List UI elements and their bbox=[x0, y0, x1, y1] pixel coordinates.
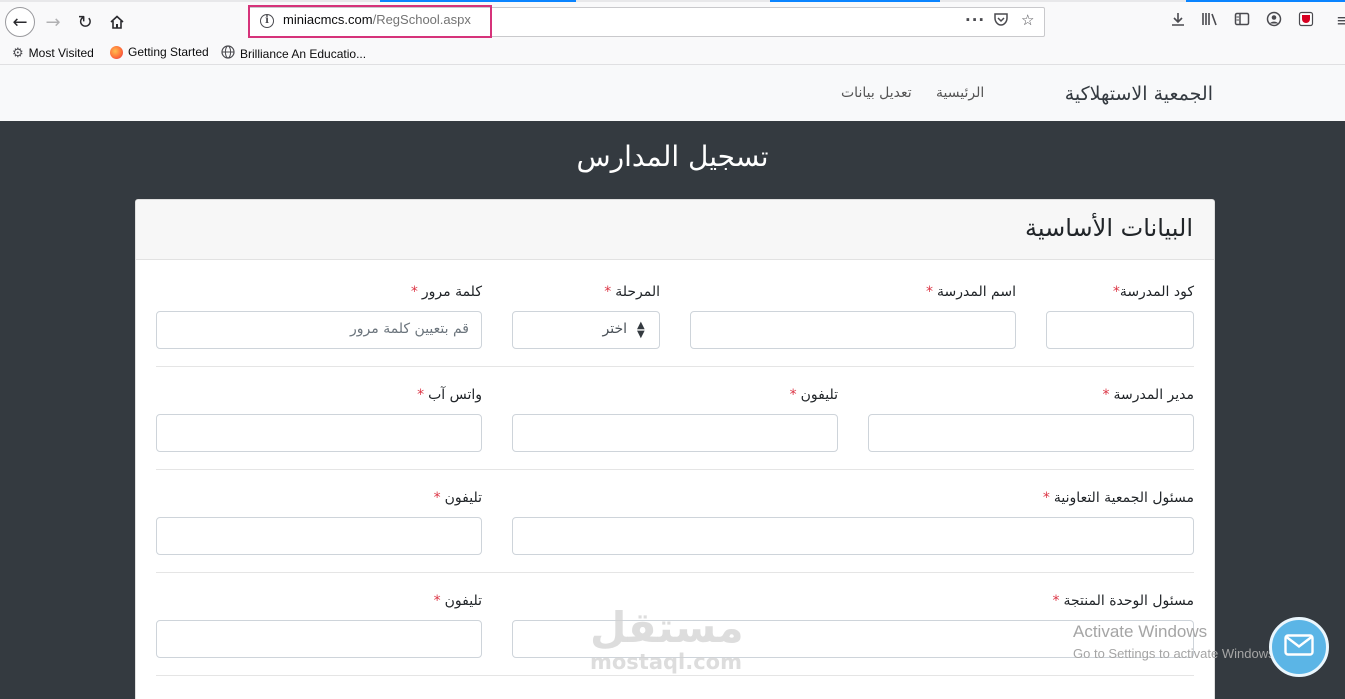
page-title: تسجيل المدارس bbox=[576, 140, 769, 173]
select-arrows-icon: ▲ ▼ bbox=[637, 320, 645, 340]
site-navbar: الجمعية الاستهلاكية الرئيسية تعديل بيانا… bbox=[0, 65, 1345, 121]
label-text: تليفون bbox=[444, 490, 482, 506]
unit-officer-label: مسئول الوحدة المنتجة* bbox=[1053, 593, 1194, 609]
pocket-icon[interactable] bbox=[993, 11, 1009, 31]
principal-input[interactable] bbox=[868, 414, 1194, 452]
globe-icon bbox=[221, 45, 235, 62]
whatsapp-label: واتس آب* bbox=[417, 387, 482, 403]
row-separator bbox=[156, 469, 1194, 470]
activate-windows-notice: Activate Windows Go to Settings to activ… bbox=[1073, 622, 1278, 661]
principal-label: مدير المدرسة* bbox=[1102, 387, 1194, 403]
principal-phone-label: تليفون* bbox=[790, 387, 838, 403]
url-path: /RegSchool.aspx bbox=[372, 12, 471, 27]
password-label: كلمة مرور* bbox=[411, 284, 482, 300]
label-text: مدير المدرسة bbox=[1113, 387, 1194, 403]
coop-officer-label: مسئول الجمعية التعاونية* bbox=[1043, 490, 1194, 506]
download-icon[interactable] bbox=[1170, 11, 1186, 31]
label-text: المرحلة bbox=[615, 284, 660, 300]
bookmark-getting-started[interactable]: Getting Started bbox=[110, 45, 209, 59]
label-text: مسئول الوحدة المنتجة bbox=[1063, 593, 1194, 609]
reload-icon[interactable]: ↻ bbox=[70, 7, 100, 37]
password-input[interactable]: قم بتعيين كلمة مرور bbox=[156, 311, 482, 349]
unit-phone-label: تليفون* bbox=[434, 593, 482, 609]
browser-toolbar: ← → ↻ i miniacmcs.com/RegSchool.aspx ···… bbox=[0, 0, 1345, 42]
label-text: كود المدرسة bbox=[1119, 284, 1194, 300]
required-marker: * bbox=[604, 284, 612, 300]
row-separator bbox=[156, 366, 1194, 367]
watermark-english: mostaql.com bbox=[590, 650, 742, 674]
tab-indicator bbox=[380, 0, 576, 2]
school-name-label: اسم المدرسة* bbox=[926, 284, 1016, 300]
account-icon[interactable] bbox=[1266, 11, 1282, 31]
bookmark-label: Most Visited bbox=[28, 46, 94, 60]
label-text: اسم المدرسة bbox=[937, 284, 1016, 300]
forward-arrow-icon[interactable]: → bbox=[38, 7, 68, 37]
bookmark-star-icon[interactable]: ☆ bbox=[1021, 11, 1034, 29]
bookmark-label: Getting Started bbox=[128, 45, 209, 59]
school-code-label: كود المدرسة* bbox=[1113, 284, 1194, 300]
required-marker: * bbox=[410, 284, 418, 300]
label-text: مسئول الجمعية التعاونية bbox=[1053, 490, 1194, 506]
envelope-icon bbox=[1284, 634, 1314, 660]
card-header: البيانات الأساسية bbox=[136, 200, 1214, 260]
row-separator bbox=[156, 572, 1194, 573]
site-brand[interactable]: الجمعية الاستهلاكية bbox=[1065, 83, 1213, 105]
label-text: واتس آب bbox=[428, 387, 482, 403]
required-marker: * bbox=[1102, 387, 1110, 403]
bookmark-brilliance[interactable]: Brilliance An Educatio... bbox=[221, 45, 366, 62]
mostaql-watermark: مستقل mostaql.com bbox=[590, 603, 744, 674]
tab-indicator bbox=[770, 0, 940, 2]
activate-title: Activate Windows bbox=[1073, 622, 1208, 641]
whatsapp-input[interactable] bbox=[156, 414, 482, 452]
info-icon[interactable]: i bbox=[260, 14, 274, 28]
gear-icon: ⚙ bbox=[12, 45, 24, 60]
required-marker: * bbox=[433, 490, 441, 506]
school-name-input[interactable] bbox=[690, 311, 1016, 349]
label-text: تليفون bbox=[444, 593, 482, 609]
label-text: تليفون bbox=[800, 387, 838, 403]
section-title: البيانات الأساسية bbox=[1025, 214, 1193, 242]
required-marker: * bbox=[1042, 490, 1050, 506]
contact-mail-button[interactable] bbox=[1269, 617, 1329, 677]
watermark-arabic: مستقل bbox=[590, 603, 744, 652]
row-separator bbox=[156, 675, 1194, 676]
url-text[interactable]: miniacmcs.com/RegSchool.aspx bbox=[283, 12, 471, 27]
home-icon[interactable] bbox=[102, 7, 132, 37]
principal-phone-input[interactable] bbox=[512, 414, 838, 452]
label-text: كلمة مرور bbox=[421, 284, 482, 300]
activate-subtitle: Go to Settings to activate Windows. bbox=[1073, 646, 1279, 661]
page-actions-icon[interactable]: ··· bbox=[965, 11, 985, 29]
stage-selected-value: اختر bbox=[602, 321, 628, 337]
sidebar-icon[interactable] bbox=[1234, 11, 1250, 31]
bookmark-most-visited[interactable]: ⚙ Most Visited bbox=[12, 45, 94, 61]
coop-phone-input[interactable] bbox=[156, 517, 482, 555]
required-marker: * bbox=[433, 593, 441, 609]
back-arrow-icon[interactable]: ← bbox=[5, 7, 35, 37]
nav-link-edit-data[interactable]: تعديل بيانات bbox=[841, 85, 912, 101]
bookmarks-bar: ⚙ Most Visited Getting Started Brillianc… bbox=[0, 42, 1345, 65]
library-icon[interactable] bbox=[1201, 11, 1219, 31]
required-marker: * bbox=[417, 387, 425, 403]
stage-label: المرحلة* bbox=[604, 284, 660, 300]
password-placeholder: قم بتعيين كلمة مرور bbox=[350, 321, 469, 337]
required-marker: * bbox=[926, 284, 934, 300]
url-domain: miniacmcs.com bbox=[283, 12, 373, 27]
required-marker: * bbox=[789, 387, 797, 403]
coop-officer-input[interactable] bbox=[512, 517, 1194, 555]
required-marker: * bbox=[1112, 284, 1120, 300]
coop-phone-label: تليفون* bbox=[434, 490, 482, 506]
firefox-icon bbox=[110, 45, 123, 59]
school-code-input[interactable] bbox=[1046, 311, 1194, 349]
menu-icon[interactable]: ≡ bbox=[1336, 11, 1345, 31]
bookmark-label: Brilliance An Educatio... bbox=[240, 46, 367, 61]
tab-indicator bbox=[1186, 0, 1345, 2]
stage-select[interactable]: اختر ▲ ▼ bbox=[512, 311, 660, 349]
unit-phone-input[interactable] bbox=[156, 620, 482, 658]
extension-icon[interactable] bbox=[1298, 11, 1314, 31]
required-marker: * bbox=[1052, 593, 1060, 609]
nav-link-home[interactable]: الرئيسية bbox=[936, 85, 984, 101]
